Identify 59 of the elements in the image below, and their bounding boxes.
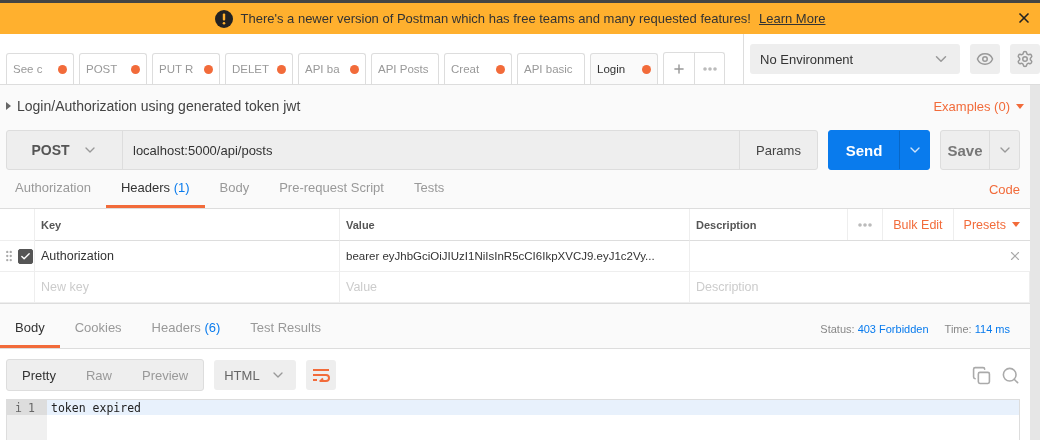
presets-link[interactable]: Presets — [952, 209, 1030, 240]
eye-button[interactable] — [970, 44, 1000, 74]
plus-icon — [672, 61, 686, 76]
view-mode-button[interactable]: Preview — [127, 360, 204, 390]
bulk-edit-link[interactable]: Bulk Edit — [882, 209, 953, 240]
learn-more-link[interactable]: Learn More — [759, 11, 826, 26]
info-marker: i — [15, 400, 22, 415]
copy-icon[interactable] — [972, 365, 991, 385]
request-section-tab[interactable]: Authorization — [0, 170, 106, 208]
response-tab[interactable]: Cookies — [59, 310, 137, 348]
code-link[interactable]: Code — [988, 181, 1020, 197]
column-header: Key — [35, 209, 340, 241]
url-field[interactable]: POST localhost:5000/api/posts Params — [6, 130, 818, 170]
caret-icon — [1012, 222, 1020, 227]
alert-icon — [214, 9, 233, 28]
request-tab[interactable]: API Posts — [371, 53, 439, 84]
request-tab[interactable]: See c — [6, 53, 74, 84]
request-tab[interactable]: Creat — [444, 53, 512, 84]
view-mode-button[interactable]: Raw — [70, 360, 127, 390]
search-icon[interactable] — [1001, 365, 1020, 385]
caret-icon — [1016, 103, 1024, 109]
table-cell[interactable]: Authorization — [35, 241, 340, 272]
examples-link[interactable]: Examples (0) — [933, 98, 1024, 114]
ellipsis-icon — [858, 222, 873, 227]
column-header: Value — [340, 209, 690, 241]
check-icon — [20, 250, 31, 262]
request-tab[interactable]: API basic — [517, 53, 585, 84]
request-tab[interactable]: POST — [79, 53, 147, 84]
request-section-tab[interactable]: Body — [204, 170, 265, 208]
request-tab[interactable]: DELET — [225, 53, 293, 84]
ellipsis-icon — [702, 66, 717, 71]
settings-button[interactable] — [1010, 44, 1040, 74]
close-icon — [1016, 10, 1032, 26]
method-select[interactable]: POST — [7, 131, 123, 169]
wrap-lines-icon — [311, 368, 330, 382]
delete-row-icon[interactable] — [1008, 249, 1022, 263]
request-tab[interactable]: Login — [590, 53, 658, 84]
request-tab[interactable]: API ba — [298, 53, 366, 84]
banner-message: There's a newer version of Postman which has free teams and many requested features! — [240, 11, 751, 26]
request-title[interactable]: Login/Authorization using generated token jwt — [17, 98, 301, 114]
request-section-tab[interactable]: Pre-request Script — [264, 170, 399, 208]
eye-icon — [976, 50, 994, 68]
status-text: Status: 403 Forbidden — [820, 323, 929, 335]
response-tab[interactable]: Test Results — [235, 310, 337, 348]
time-text: Time: 114 ms — [944, 323, 1010, 335]
params-button[interactable]: Params — [739, 131, 817, 169]
environment-select[interactable]: No Environment — [750, 44, 960, 74]
request-tab[interactable]: PUT R — [152, 53, 220, 84]
view-mode-button[interactable]: Pretty — [7, 360, 71, 390]
line-number: 1 — [27, 400, 35, 415]
settings-icon — [1016, 50, 1034, 68]
column-header: Description — [696, 218, 758, 231]
caret-icon[interactable] — [6, 102, 11, 110]
response-tab[interactable]: Headers (6) — [136, 310, 236, 348]
row-checkbox[interactable] — [18, 248, 33, 264]
wrap-lines-button[interactable] — [305, 360, 336, 390]
table-cell[interactable]: bearer eyJhbGciOiJIUzI1NiIsInR5cCI6IkpXVCJ9.eyJ1c2Vy... — [340, 241, 690, 272]
request-section-tab[interactable]: Tests — [398, 170, 460, 208]
format-select[interactable]: HTML — [214, 360, 296, 390]
